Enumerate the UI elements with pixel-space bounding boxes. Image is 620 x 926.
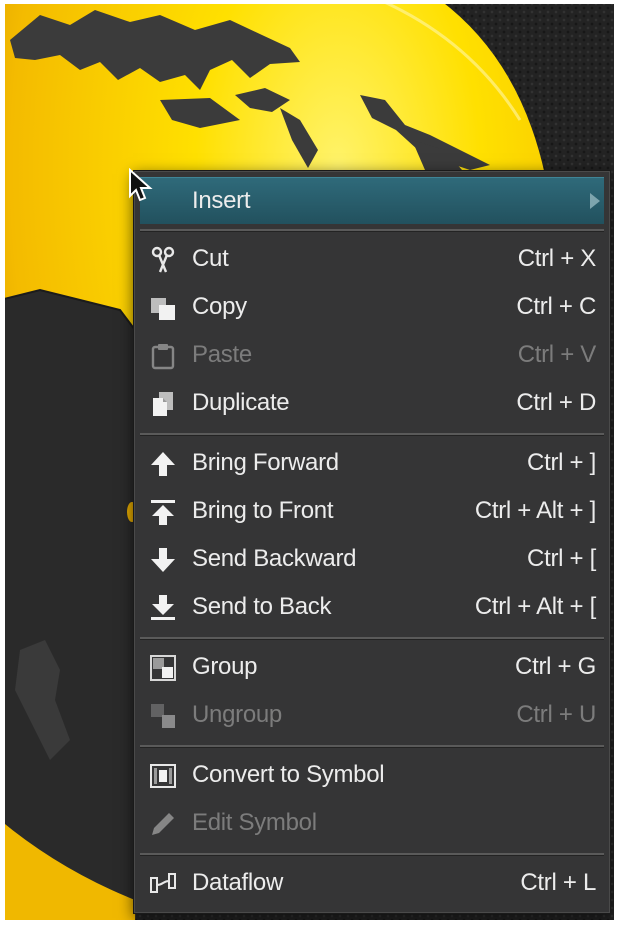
menu-item-group[interactable]: Group Ctrl + G: [140, 644, 604, 690]
menu-item-convert-to-symbol[interactable]: Convert to Symbol: [140, 752, 604, 798]
menu-item-shortcut: Ctrl + L: [520, 869, 596, 896]
canvas-background: Insert Cut Ctrl + X Copy Ctrl + C Paste …: [0, 0, 620, 926]
menu-item-cut[interactable]: Cut Ctrl + X: [140, 236, 604, 282]
duplicate-icon: [148, 389, 178, 419]
menu-separator: [140, 433, 604, 436]
menu-item-label: Bring Forward: [192, 449, 339, 476]
submenu-arrow-icon: [590, 193, 600, 209]
menu-item-label: Dataflow: [192, 869, 283, 896]
symbol-icon: [148, 761, 178, 791]
menu-separator: [140, 637, 604, 640]
mouse-cursor-icon: [129, 168, 153, 202]
menu-item-label: Cut: [192, 245, 229, 272]
copy-icon: [148, 293, 178, 323]
menu-item-shortcut: Ctrl + G: [515, 653, 596, 680]
menu-item-shortcut: Ctrl + ]: [527, 449, 596, 476]
menu-item-shortcut: Ctrl + C: [516, 293, 596, 320]
group-icon: [148, 653, 178, 683]
menu-item-label: Bring to Front: [192, 497, 334, 524]
menu-item-shortcut: Ctrl + Alt + ]: [474, 497, 596, 524]
pencil-icon: [148, 809, 178, 839]
menu-item-label: Convert to Symbol: [192, 761, 385, 788]
menu-item-shortcut: Ctrl + U: [516, 701, 596, 728]
menu-separator: [140, 853, 604, 856]
menu-item-label: Edit Symbol: [192, 809, 317, 836]
menu-item-label: Insert: [192, 187, 251, 214]
menu-separator: [140, 745, 604, 748]
menu-item-bring-forward[interactable]: Bring Forward Ctrl + ]: [140, 440, 604, 486]
scissors-icon: [148, 245, 178, 275]
menu-item-label: Group: [192, 653, 258, 680]
menu-item-bring-to-front[interactable]: Bring to Front Ctrl + Alt + ]: [140, 488, 604, 534]
menu-item-copy[interactable]: Copy Ctrl + C: [140, 284, 604, 330]
menu-item-shortcut: Ctrl + X: [517, 245, 597, 272]
menu-item-label: Send Backward: [192, 545, 357, 572]
menu-item-label: Duplicate: [192, 389, 290, 416]
menu-item-duplicate[interactable]: Duplicate Ctrl + D: [140, 380, 604, 426]
arrow-down-to-bottom-icon: [148, 593, 178, 623]
menu-item-shortcut: Ctrl + [: [527, 545, 596, 572]
menu-item-label: Copy: [192, 293, 247, 320]
menu-item-edit-symbol[interactable]: Edit Symbol: [140, 800, 604, 846]
menu-item-insert[interactable]: Insert: [140, 177, 604, 224]
clipboard-icon: [148, 341, 178, 371]
menu-item-label: Send to Back: [192, 593, 332, 620]
menu-item-shortcut: Ctrl + V: [517, 341, 597, 368]
menu-item-dataflow[interactable]: Dataflow Ctrl + L: [140, 860, 604, 906]
menu-item-shortcut: Ctrl + D: [516, 389, 596, 416]
arrow-down-icon: [148, 545, 178, 575]
ungroup-icon: [148, 701, 178, 731]
menu-separator: [140, 229, 604, 232]
dataflow-icon: [148, 869, 178, 899]
arrow-up-to-top-icon: [148, 497, 178, 527]
menu-item-send-to-back[interactable]: Send to Back Ctrl + Alt + [: [140, 584, 604, 630]
menu-item-send-backward[interactable]: Send Backward Ctrl + [: [140, 536, 604, 582]
context-menu: Insert Cut Ctrl + X Copy Ctrl + C Paste …: [133, 170, 611, 914]
menu-item-ungroup[interactable]: Ungroup Ctrl + U: [140, 692, 604, 738]
arrow-up-icon: [148, 449, 178, 479]
menu-item-label: Paste: [192, 341, 252, 368]
menu-item-shortcut: Ctrl + Alt + [: [474, 593, 596, 620]
menu-item-paste[interactable]: Paste Ctrl + V: [140, 332, 604, 378]
menu-item-label: Ungroup: [192, 701, 282, 728]
